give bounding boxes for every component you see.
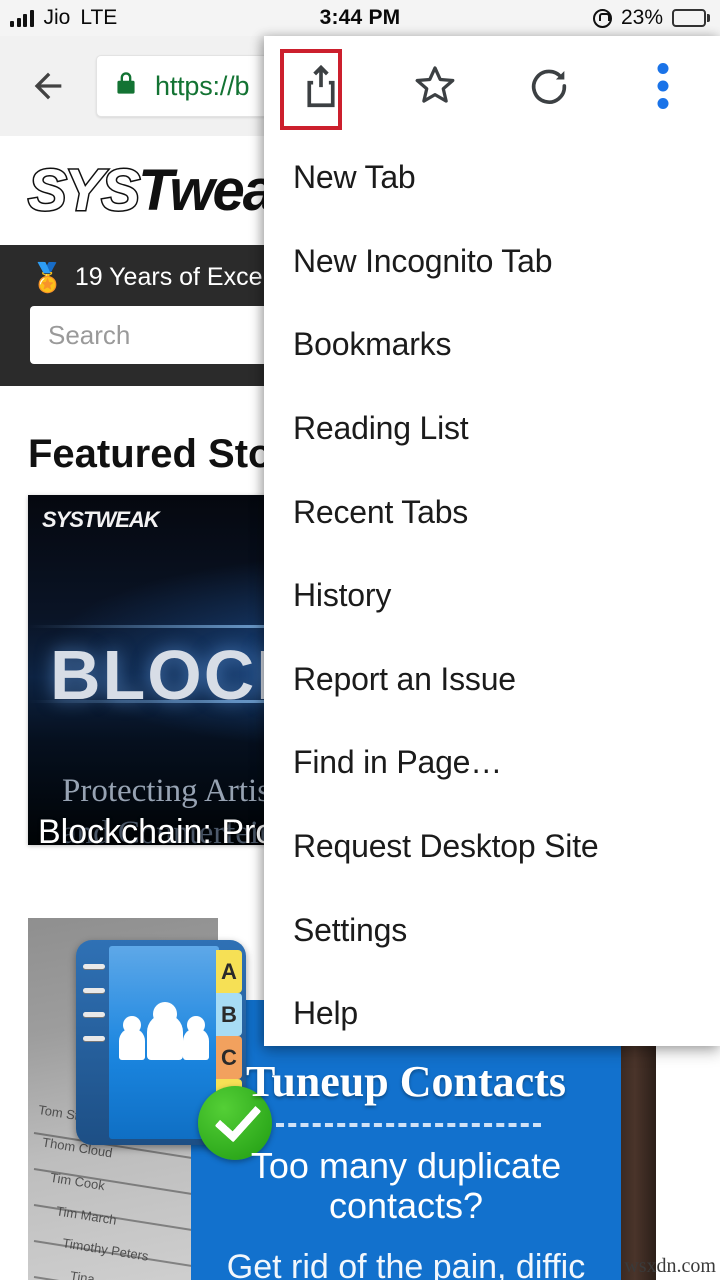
toolbar-action-icons [264, 36, 720, 136]
browser-overflow-menu: New Tab New Incognito Tab Bookmarks Read… [264, 36, 720, 1046]
binder-rings-icon [83, 964, 105, 1060]
menu-item-help[interactable]: Help [264, 972, 720, 1056]
status-bar-right: 23% [592, 6, 710, 30]
menu-item-settings[interactable]: Settings [264, 888, 720, 972]
menu-item-find-in-page[interactable]: Find in Page… [264, 721, 720, 805]
medal-icon: 🏅 [30, 261, 65, 293]
alphabet-tab: B [216, 993, 242, 1036]
rotation-lock-icon [592, 8, 612, 28]
menu-item-new-incognito-tab[interactable]: New Incognito Tab [264, 220, 720, 304]
back-button[interactable] [0, 36, 96, 136]
menu-item-bookmarks[interactable]: Bookmarks [264, 303, 720, 387]
url-text: https://b [155, 70, 250, 101]
bookmark-button[interactable] [378, 36, 492, 136]
logo-text-sys: SYS [26, 157, 141, 223]
menu-item-new-tab[interactable]: New Tab [264, 136, 720, 220]
overflow-menu-list: New Tab New Incognito Tab Bookmarks Read… [264, 136, 720, 1056]
star-icon [415, 66, 455, 103]
card-systweak-watermark: SYSTWEAK [42, 507, 160, 532]
menu-item-reading-list[interactable]: Reading List [264, 387, 720, 471]
phone-screen: Jio LTE 3:44 PM 23% https://b SYSTweak 🏅… [0, 0, 720, 1280]
menu-item-recent-tabs[interactable]: Recent Tabs [264, 470, 720, 554]
battery-icon [672, 9, 710, 27]
https-lock-icon [113, 69, 139, 104]
card-subline-1: Protecting Artis [62, 773, 271, 809]
overflow-menu-button[interactable] [606, 36, 720, 136]
share-icon [307, 64, 335, 108]
menu-item-request-desktop-site[interactable]: Request Desktop Site [264, 805, 720, 889]
three-dot-menu-icon [657, 63, 669, 109]
ad-subtitle-line2: contacts? [328, 1185, 484, 1227]
reload-button[interactable] [492, 36, 606, 136]
people-group-icon [117, 998, 211, 1060]
reload-icon [531, 69, 567, 104]
menu-item-report-an-issue[interactable]: Report an Issue [264, 638, 720, 722]
image-watermark: wsxdn.com [624, 1255, 716, 1277]
ad-subtitle-line3: Get rid of the pain, diffic [226, 1248, 586, 1280]
menu-item-history[interactable]: History [264, 554, 720, 638]
alphabet-tab: A [216, 950, 242, 993]
ad-subtitle-line1: Too many duplicate [250, 1145, 562, 1186]
back-arrow-icon [34, 72, 62, 100]
card-caption: Blockchain: Prot [38, 813, 284, 845]
battery-percent-label: 23% [620, 6, 663, 29]
ad-title: Tuneup Contacts [246, 1057, 566, 1106]
ad-dashed-divider [276, 1123, 541, 1127]
search-placeholder: Search [48, 319, 131, 350]
status-bar: Jio LTE 3:44 PM 23% [0, 0, 720, 36]
systweak-logo[interactable]: SYSTweak [26, 160, 305, 221]
ad-subtitle: Too many duplicate contacts? [191, 1145, 621, 1227]
share-button[interactable] [264, 36, 378, 136]
